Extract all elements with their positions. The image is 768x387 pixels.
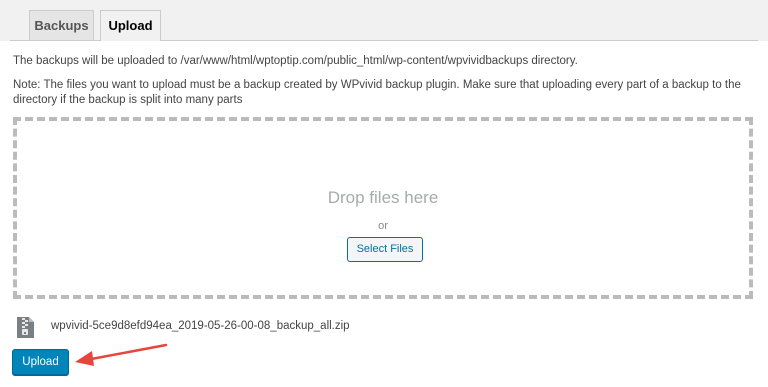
zip-file-icon: [17, 317, 34, 338]
upload-note: Note: The files you want to upload must …: [13, 79, 741, 106]
tab-bar: Backups Upload: [0, 0, 768, 41]
file-drop-zone[interactable]: Drop files here or Select Files: [13, 117, 753, 299]
upload-directory-info: The backups will be uploaded to /var/www…: [13, 55, 578, 67]
drop-or-text: or: [378, 220, 388, 232]
uploaded-file-row: wpvivid-5ce9d8efd94ea_2019-05-26-00-08_b…: [13, 312, 753, 342]
drop-files-title: Drop files here: [327, 188, 439, 207]
upload-panel: The backups will be uploaded to /var/www…: [0, 41, 768, 387]
tab-backups[interactable]: Backups: [29, 10, 94, 40]
file-name: wpvivid-5ce9d8efd94ea_2019-05-26-00-08_b…: [51, 320, 350, 332]
upload-button[interactable]: Upload: [12, 349, 69, 375]
select-files-button[interactable]: Select Files: [347, 237, 423, 262]
tab-upload[interactable]: Upload: [100, 10, 161, 41]
